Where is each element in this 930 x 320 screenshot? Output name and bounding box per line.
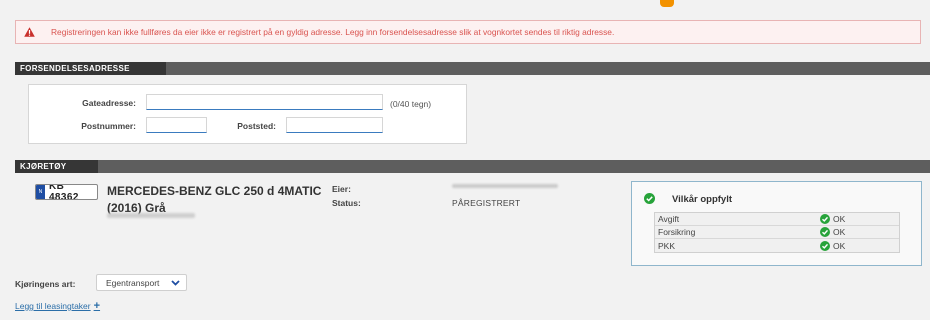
- error-message: Registreringen kan ikke fullføres da eie…: [51, 27, 615, 37]
- street-input[interactable]: [146, 94, 383, 110]
- address-section-title: FORSENDELSESADRESSE: [15, 62, 166, 75]
- driving-type-value: Egentransport: [106, 277, 160, 288]
- brand-accent-tab: [660, 0, 674, 7]
- city-input[interactable]: [286, 117, 383, 133]
- check-circle-icon: [820, 214, 830, 224]
- address-form: [28, 84, 467, 144]
- vehicle-section-title: KJØRETØY: [15, 160, 98, 173]
- check-circle-icon: [820, 240, 830, 251]
- postal-code-label: Postnummer:: [81, 121, 136, 131]
- check-circle-icon: [820, 227, 830, 237]
- error-banner: Registreringen kan ikke fullføres da eie…: [15, 20, 921, 44]
- postal-code-input[interactable]: [146, 117, 207, 133]
- add-lessee-text: Legg til leasingtaker: [15, 301, 91, 311]
- chevron-down-icon: [171, 278, 180, 288]
- owner-redacted: [452, 184, 558, 188]
- check-circle-icon: [644, 193, 655, 204]
- vin-redacted: [107, 213, 195, 218]
- norway-flag-icon: N: [36, 185, 45, 199]
- condition-status-text: OK: [833, 227, 846, 237]
- license-plate: N KB 48362: [35, 184, 98, 200]
- street-char-counter: (0/40 tegn): [390, 99, 432, 109]
- plate-number: KB 48362: [48, 184, 79, 200]
- vehicle-name: MERCEDES-BENZ GLC 250 d 4MATIC (2016) Gr…: [107, 184, 322, 215]
- condition-row: Forsikring OK: [655, 226, 899, 239]
- driving-type-label: Kjøringens art:: [15, 279, 76, 289]
- plus-icon: +: [93, 299, 101, 312]
- vehicle-section-bar: [15, 160, 930, 173]
- warning-triangle-icon: [23, 26, 35, 38]
- status-value: PÅREGISTRERT: [452, 198, 521, 208]
- driving-type-select[interactable]: Egentransport: [96, 274, 187, 291]
- condition-name: Forsikring: [658, 227, 696, 237]
- condition-status: OK: [820, 240, 846, 251]
- condition-status-text: OK: [833, 214, 846, 224]
- status-label: Status:: [332, 198, 361, 208]
- condition-status-text: OK: [833, 240, 846, 251]
- city-label: Poststed:: [237, 121, 276, 131]
- condition-name: PKK: [658, 240, 676, 251]
- condition-row: PKK OK: [655, 239, 899, 252]
- condition-status: OK: [820, 214, 845, 224]
- conditions-title: Vilkår oppfylt: [672, 194, 733, 205]
- condition-row: Avgift OK: [655, 213, 899, 226]
- condition-name: Avgift: [658, 214, 680, 224]
- owner-label: Eier:: [332, 184, 351, 194]
- street-label: Gateadresse:: [82, 98, 136, 108]
- conditions-table: Avgift OK Forsikring OK PKK OK: [654, 212, 900, 253]
- add-lessee-link[interactable]: Legg til leasingtaker +: [15, 299, 101, 312]
- condition-status: OK: [820, 227, 845, 237]
